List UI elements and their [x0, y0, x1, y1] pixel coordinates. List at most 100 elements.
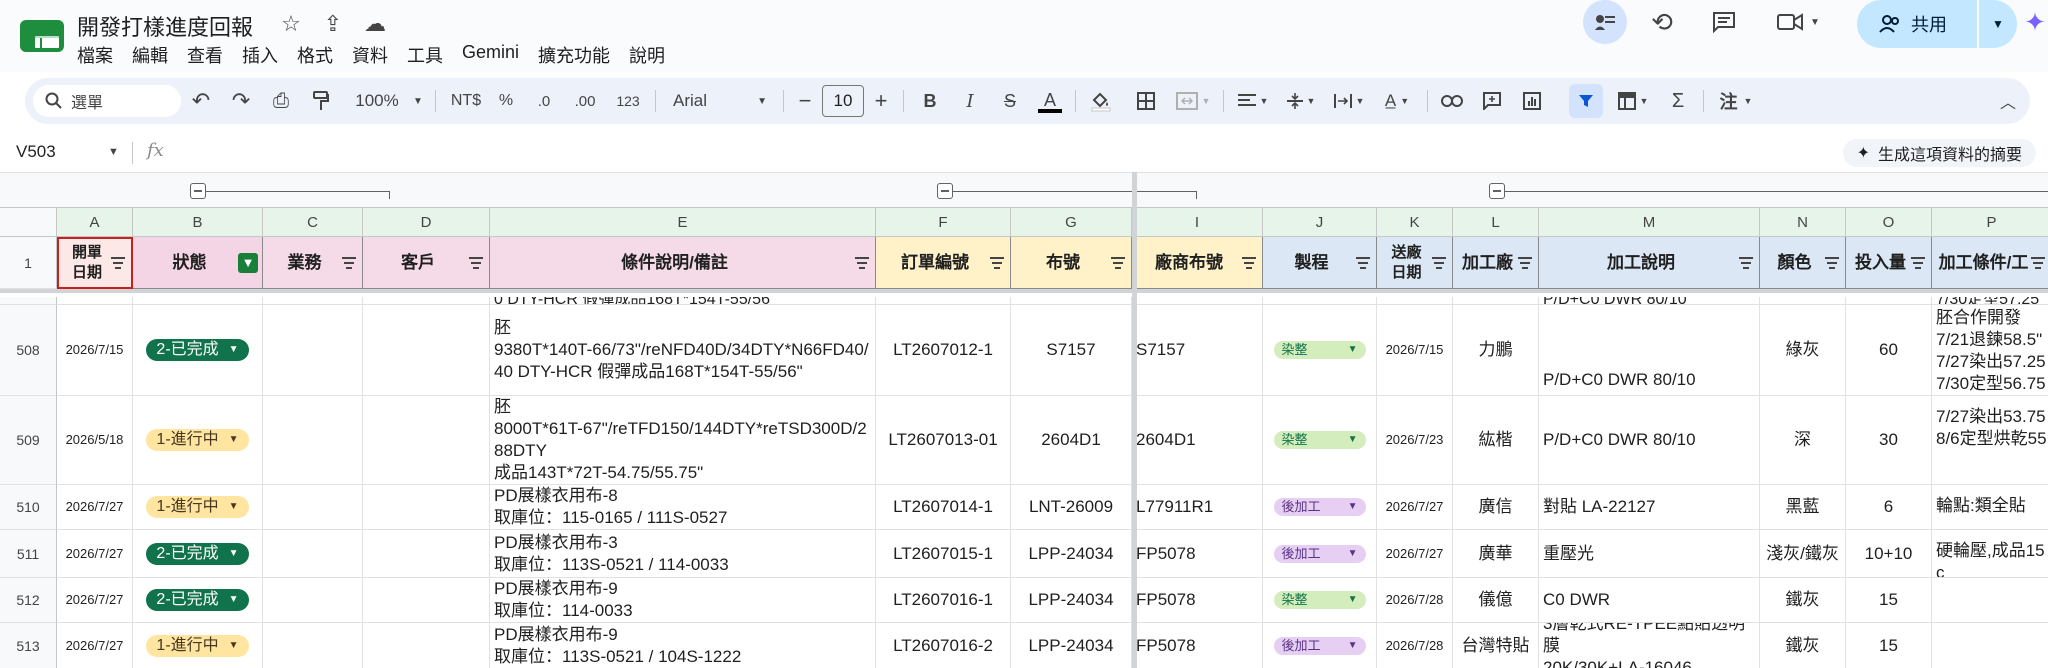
- filter-icon[interactable]: [1825, 256, 1839, 269]
- menu-help[interactable]: 說明: [629, 42, 665, 68]
- cell-process[interactable]: 染整 ▼: [1263, 305, 1377, 396]
- text-color-button[interactable]: A: [1033, 78, 1067, 124]
- partial-cell[interactable]: [1846, 297, 1932, 305]
- process-dropdown-chip[interactable]: 後加工 ▼: [1273, 498, 1366, 516]
- cell-factory[interactable]: 力鵬: [1453, 305, 1539, 396]
- cell-cond[interactable]: [1932, 578, 2048, 623]
- partial-cell[interactable]: [1011, 297, 1132, 305]
- redo-icon[interactable]: ↷: [223, 78, 259, 124]
- cell-qty[interactable]: 60: [1846, 305, 1932, 396]
- partial-cell[interactable]: [363, 297, 490, 305]
- cloud-saved-icon[interactable]: ☁: [362, 12, 388, 36]
- column-header-d[interactable]: D: [363, 208, 490, 237]
- row-number[interactable]: 513: [0, 623, 57, 668]
- menu-edit[interactable]: 編輯: [132, 42, 168, 68]
- cell-fabric[interactable]: S7157: [1011, 305, 1132, 396]
- process-dropdown-chip[interactable]: 染整 ▼: [1273, 431, 1366, 449]
- cell-customer[interactable]: [363, 623, 490, 668]
- bold-button[interactable]: B: [913, 78, 947, 124]
- generate-summary-button[interactable]: ✦ 生成這項資料的摘要: [1842, 139, 2036, 167]
- cell-note[interactable]: PD展樣衣用布-3 取庫位：113S-0521 / 114-0033: [490, 530, 876, 578]
- text-rotation-icon[interactable]: A̲ ▼: [1375, 78, 1419, 124]
- cell-factory[interactable]: 儀億: [1453, 578, 1539, 623]
- row-number[interactable]: 512: [0, 578, 57, 623]
- collapse-group-icon[interactable]: [190, 183, 206, 199]
- partial-cell[interactable]: [1132, 297, 1263, 305]
- cell-cond[interactable]: 硬輪壓,成品15c 壓後121T*93T: [1932, 530, 2048, 578]
- cell-fabric[interactable]: LPP-24034: [1011, 530, 1132, 578]
- menu-file[interactable]: 檔案: [77, 42, 113, 68]
- cell-fabric[interactable]: 2604D1: [1011, 396, 1132, 485]
- partial-cell[interactable]: [1453, 297, 1539, 305]
- header-cell-fabric[interactable]: 布號: [1011, 237, 1132, 289]
- filter-icon[interactable]: [855, 256, 869, 269]
- cell-order[interactable]: LT2607016-1: [876, 578, 1011, 623]
- insert-link-icon[interactable]: [1435, 78, 1469, 124]
- cell-vendor-fabric[interactable]: FP5078: [1132, 623, 1263, 668]
- cell-date[interactable]: 2026/7/27: [57, 623, 133, 668]
- column-header-j[interactable]: J: [1263, 208, 1377, 237]
- filter-icon[interactable]: [2031, 256, 2045, 269]
- filter-icon[interactable]: [342, 256, 356, 269]
- cell-qty[interactable]: 15: [1846, 578, 1932, 623]
- filter-icon[interactable]: [469, 256, 483, 269]
- cell-date[interactable]: 2026/7/27: [57, 578, 133, 623]
- merge-cells-icon[interactable]: ▼: [1169, 78, 1217, 124]
- cell-process[interactable]: 後加工 ▼: [1263, 530, 1377, 578]
- row-number[interactable]: 510: [0, 485, 57, 530]
- cell-send-date[interactable]: 2026/7/28: [1377, 623, 1453, 668]
- header-cell-order[interactable]: 訂單編號: [876, 237, 1011, 289]
- menu-insert[interactable]: 插入: [242, 42, 278, 68]
- cell-proc-desc[interactable]: C0 DWR: [1539, 578, 1760, 623]
- cell-color[interactable]: 深: [1760, 396, 1846, 485]
- cell-proc-desc[interactable]: 重壓光: [1539, 530, 1760, 578]
- partial-cell[interactable]: [57, 297, 133, 305]
- menu-view[interactable]: 查看: [187, 42, 223, 68]
- chevron-down-icon[interactable]: ▼: [108, 146, 119, 158]
- partial-cell[interactable]: [876, 297, 1011, 305]
- gemini-sparkle-icon[interactable]: ✦: [2022, 0, 2048, 44]
- status-dropdown-chip[interactable]: 1-進行中 ▼: [146, 496, 249, 518]
- cell-order[interactable]: LT2607013-01: [876, 396, 1011, 485]
- row-number-partial[interactable]: [0, 297, 57, 305]
- column-header-i[interactable]: I: [1132, 208, 1263, 237]
- cell-color[interactable]: 黑藍: [1760, 485, 1846, 530]
- header-cell-process[interactable]: 製程: [1263, 237, 1377, 289]
- partial-cell[interactable]: 7/30定型57.25": [1932, 297, 2048, 305]
- partial-cell[interactable]: [133, 297, 263, 305]
- cell-proc-desc[interactable]: 3層乾式RE-TPEE點貼透明膜 20K/30K+LA-16046: [1539, 623, 1760, 668]
- meet-button[interactable]: ▼: [1768, 0, 1828, 44]
- cell-process[interactable]: 後加工 ▼: [1263, 623, 1377, 668]
- percent-format-button[interactable]: %: [491, 78, 521, 124]
- filter-icon[interactable]: [1739, 256, 1753, 269]
- menu-format[interactable]: 格式: [297, 42, 333, 68]
- column-header-l[interactable]: L: [1453, 208, 1539, 237]
- partial-cell[interactable]: [1377, 297, 1453, 305]
- cell-vendor-fabric[interactable]: L77911R1: [1132, 485, 1263, 530]
- cell-vendor-fabric[interactable]: FP5078: [1132, 530, 1263, 578]
- decrease-decimal-button[interactable]: .0: [527, 78, 561, 124]
- cell-sales[interactable]: [263, 305, 363, 396]
- cell-qty[interactable]: 15: [1846, 623, 1932, 668]
- collapse-group-icon[interactable]: [937, 183, 953, 199]
- cell-qty[interactable]: 10+10: [1846, 530, 1932, 578]
- cell-date[interactable]: 2026/7/27: [57, 530, 133, 578]
- cell-note[interactable]: PD展樣衣用布-9 取庫位：114-0033: [490, 578, 876, 623]
- cell-customer[interactable]: [363, 578, 490, 623]
- cell-fabric[interactable]: LPP-24034: [1011, 578, 1132, 623]
- header-cell-sales[interactable]: 業務: [263, 237, 363, 289]
- cell-qty[interactable]: 30: [1846, 396, 1932, 485]
- frozen-column-divider[interactable]: [1132, 172, 1137, 668]
- horizontal-align-icon[interactable]: ▼: [1231, 78, 1275, 124]
- document-title[interactable]: 開發打樣進度回報: [77, 10, 253, 42]
- fill-color-icon[interactable]: [1083, 78, 1119, 124]
- column-header-c[interactable]: C: [263, 208, 363, 237]
- cell-customer[interactable]: [363, 396, 490, 485]
- print-icon[interactable]: ⎙: [263, 78, 299, 124]
- undo-icon[interactable]: ↶: [183, 78, 219, 124]
- cell-status[interactable]: 1-進行中 ▼: [133, 485, 263, 530]
- column-header-e[interactable]: E: [490, 208, 876, 237]
- cell-sales[interactable]: [263, 396, 363, 485]
- column-header-p[interactable]: P: [1932, 208, 2048, 237]
- column-header-n[interactable]: N: [1760, 208, 1846, 237]
